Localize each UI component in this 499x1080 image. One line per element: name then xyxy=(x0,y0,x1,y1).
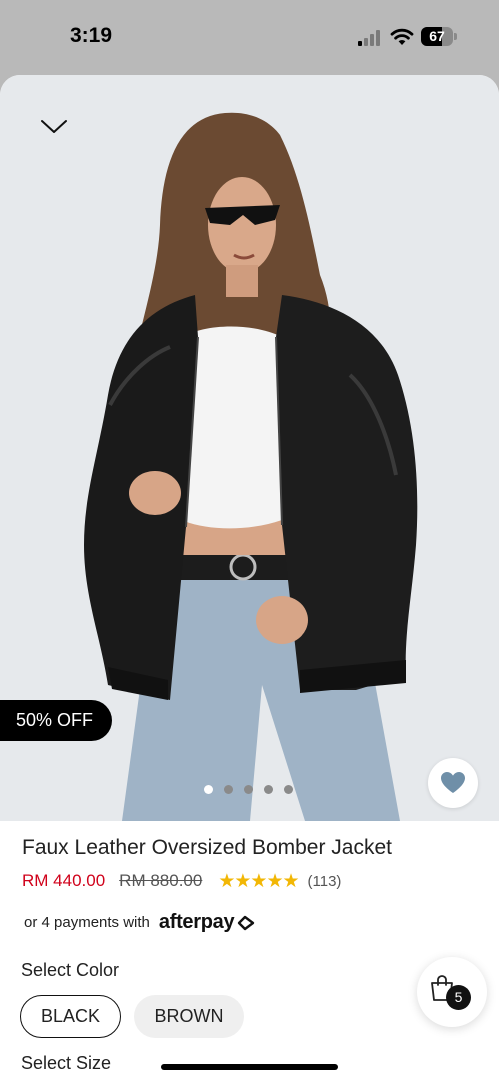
product-title: Faux Leather Oversized Bomber Jacket xyxy=(22,836,393,859)
battery-level: 67 xyxy=(429,28,445,44)
battery-icon: 67 xyxy=(421,27,457,47)
review-count[interactable]: (113) xyxy=(308,873,342,890)
status-time: 3:19 xyxy=(70,24,113,47)
rating-stars[interactable]: ★★★★★ xyxy=(218,870,299,892)
afterpay-logo: afterpay xyxy=(158,911,235,933)
status-bar: 3:19 67 xyxy=(0,0,499,75)
afterpay-payment-row[interactable]: or 4 payments with afterpay xyxy=(24,911,257,934)
product-sheet: 50% OFF Faux Leather Oversized Bomber Ja… xyxy=(0,75,499,1080)
select-color-label: Select Color xyxy=(21,960,120,980)
chevron-down-icon[interactable] xyxy=(40,117,68,135)
sale-price: RM 440.00 xyxy=(22,871,106,890)
carousel-dot[interactable] xyxy=(264,785,273,794)
afterpay-arrow-icon xyxy=(238,915,255,930)
cart-count-badge: 5 xyxy=(446,985,471,1010)
home-indicator xyxy=(161,1064,338,1070)
discount-badge: 50% OFF xyxy=(0,700,112,741)
color-option-brown[interactable]: BROWN xyxy=(134,995,244,1038)
payment-text: or 4 payments with xyxy=(24,914,150,931)
color-option-black[interactable]: BLACK xyxy=(20,995,121,1038)
wishlist-button[interactable] xyxy=(428,758,478,808)
cart-button[interactable]: 5 xyxy=(417,957,487,1027)
original-price: RM 880.00 xyxy=(119,871,203,890)
carousel-dot[interactable] xyxy=(224,785,233,794)
wifi-icon xyxy=(390,28,414,45)
heart-icon xyxy=(441,772,465,793)
carousel-dot[interactable] xyxy=(284,785,293,794)
price-row: RM 440.00 RM 880.00 ★★★★★ (113) xyxy=(22,870,341,892)
color-options: BLACK BROWN xyxy=(20,995,244,1038)
carousel-dot[interactable] xyxy=(204,785,213,794)
image-carousel-dots[interactable] xyxy=(204,785,293,794)
select-size-label: Select Size xyxy=(21,1053,112,1073)
carousel-dot[interactable] xyxy=(244,785,253,794)
cellular-signal-icon xyxy=(358,30,380,46)
